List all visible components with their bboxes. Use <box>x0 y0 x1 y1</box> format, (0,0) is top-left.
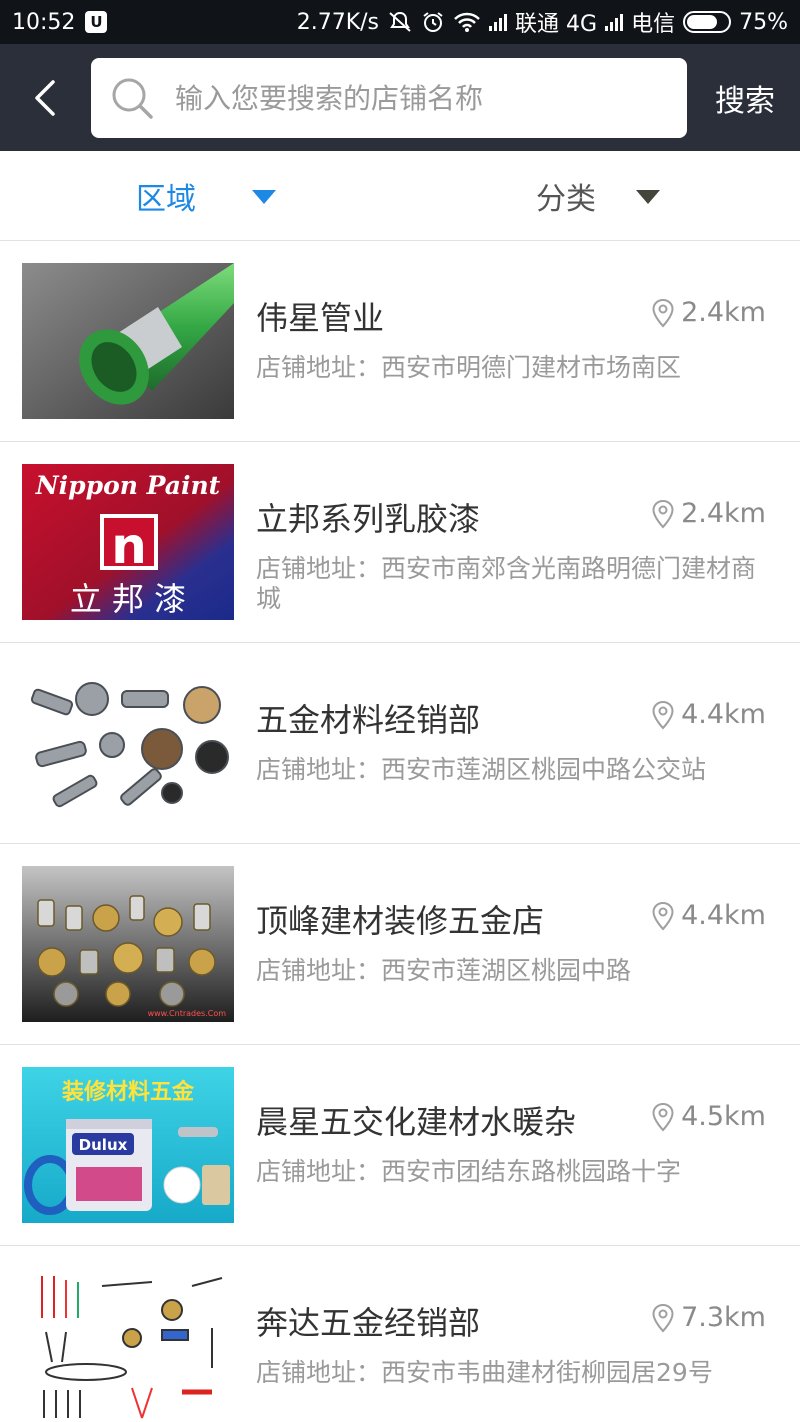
search-button[interactable]: 搜索 <box>704 74 786 122</box>
store-distance: 4.4km <box>651 900 766 931</box>
store-thumbnail <box>22 665 234 821</box>
svg-text:立 邦 漆: 立 邦 漆 <box>70 580 186 618</box>
location-pin-icon <box>652 700 674 729</box>
filter-bar: 区域 分类 <box>0 151 800 241</box>
region-filter-label: 区域 <box>136 182 196 217</box>
store-distance: 2.4km <box>651 498 766 529</box>
search-icon <box>112 78 153 119</box>
store-name: 晨星五交化建材水暖杂 <box>256 1103 577 1141</box>
store-address: 店铺地址：西安市莲湖区桃园中路公交站 <box>256 755 707 784</box>
category-filter[interactable]: 分类 <box>536 151 660 241</box>
brass-fittings-image: www.Cntrades.Com <box>22 866 234 1022</box>
store-address: 店铺地址：西安市南郊含光南路明德门建材商城 <box>256 554 757 613</box>
location-pin-icon <box>652 499 674 528</box>
store-name: 伟星管业 <box>256 299 385 337</box>
tools-collection-image <box>22 1268 234 1422</box>
back-arrow-icon <box>35 80 55 116</box>
carrier-1: 联通 4G <box>515 12 598 37</box>
distance-value: 7.3km <box>681 1302 766 1333</box>
search-box[interactable] <box>91 58 687 138</box>
region-dropdown-icon <box>252 190 276 204</box>
green-pipe-image <box>22 263 234 419</box>
region-filter[interactable]: 区域 <box>136 151 276 241</box>
location-pin-icon <box>652 298 674 327</box>
store-name: 立邦系列乳胶漆 <box>256 500 481 538</box>
battery-percent: 75% <box>739 9 788 35</box>
store-thumbnail: 装修材料五金 Dulux <box>22 1067 234 1223</box>
svg-text:www.Cntrades.Com: www.Cntrades.Com <box>148 1009 227 1018</box>
store-list-item[interactable]: 五金材料经销部 4.4km 店铺地址：西安市莲湖区桃园中路公交站 <box>0 643 800 844</box>
category-filter-label: 分类 <box>536 182 596 217</box>
distance-value: 4.4km <box>681 699 766 730</box>
back-button[interactable] <box>22 72 68 124</box>
location-pin-icon <box>652 1303 674 1332</box>
app-notification-icon: U <box>85 11 108 33</box>
status-time: 10:52 <box>12 9 76 35</box>
store-thumbnail: www.Cntrades.Com <box>22 866 234 1022</box>
store-address: 店铺地址：西安市明德门建材市场南区 <box>256 353 682 382</box>
distance-value: 4.4km <box>681 900 766 931</box>
wifi-icon <box>453 11 481 33</box>
store-distance: 4.5km <box>651 1101 766 1132</box>
store-address: 店铺地址：西安市韦曲建材街柳园居29号 <box>256 1358 713 1387</box>
store-address: 店铺地址：西安市莲湖区桃园中路 <box>256 956 632 985</box>
distance-value: 4.5km <box>681 1101 766 1132</box>
search-header: 搜索 <box>0 44 800 151</box>
network-speed: 2.77K/s <box>296 9 380 35</box>
store-list-item[interactable]: 伟星管业 2.4km 店铺地址：西安市明德门建材市场南区 <box>0 241 800 442</box>
signal-icon <box>489 13 508 31</box>
alarm-icon <box>421 10 445 34</box>
signal-icon-2 <box>605 13 624 31</box>
mute-icon <box>387 10 413 34</box>
store-thumbnail <box>22 1268 234 1422</box>
location-pin-icon <box>652 1102 674 1131</box>
svg-text:Nippon Paint: Nippon Paint <box>35 471 221 500</box>
store-distance: 4.4km <box>651 699 766 730</box>
store-list-item[interactable]: 奔达五金经销部 7.3km 店铺地址：西安市韦曲建材街柳园居29号 <box>0 1246 800 1422</box>
svg-text:Dulux: Dulux <box>79 1136 128 1154</box>
store-thumbnail <box>22 263 234 419</box>
nippon-paint-logo: Nippon Paint n 立 邦 漆 <box>22 464 234 620</box>
svg-text:n: n <box>111 517 147 575</box>
store-distance: 2.4km <box>651 297 766 328</box>
svg-text:装修材料五金: 装修材料五金 <box>62 1079 195 1105</box>
store-thumbnail: Nippon Paint n 立 邦 漆 <box>22 464 234 620</box>
store-distance: 7.3km <box>651 1302 766 1333</box>
status-bar: 10:52 U 2.77K/s 联通 4G 电信 75% <box>0 0 800 44</box>
store-list-item[interactable]: www.Cntrades.Com 顶峰建材装修五金店 4.4km 店铺地址：西安… <box>0 844 800 1045</box>
store-name: 顶峰建材装修五金店 <box>256 902 545 940</box>
search-input[interactable] <box>175 68 687 128</box>
distance-value: 2.4km <box>681 297 766 328</box>
carrier-2: 电信 <box>631 12 676 37</box>
battery-icon <box>683 11 732 33</box>
store-address: 店铺地址：西安市团结东路桃园路十字 <box>256 1157 682 1186</box>
store-name: 奔达五金经销部 <box>256 1304 481 1342</box>
store-list: 伟星管业 2.4km 店铺地址：西安市明德门建材市场南区 Nippon Pain… <box>0 241 800 1422</box>
category-dropdown-icon <box>636 190 660 204</box>
distance-value: 2.4km <box>681 498 766 529</box>
store-list-item[interactable]: 装修材料五金 Dulux 晨星五交化建材水暖杂 4.5km 店铺地址：西安市团结… <box>0 1045 800 1246</box>
location-pin-icon <box>652 901 674 930</box>
hardware-parts-image <box>22 665 234 821</box>
store-name: 五金材料经销部 <box>256 701 481 739</box>
store-list-item[interactable]: Nippon Paint n 立 邦 漆 立邦系列乳胶漆 2.4km 店铺地址：… <box>0 442 800 643</box>
decoration-materials-image: 装修材料五金 Dulux <box>22 1067 234 1223</box>
